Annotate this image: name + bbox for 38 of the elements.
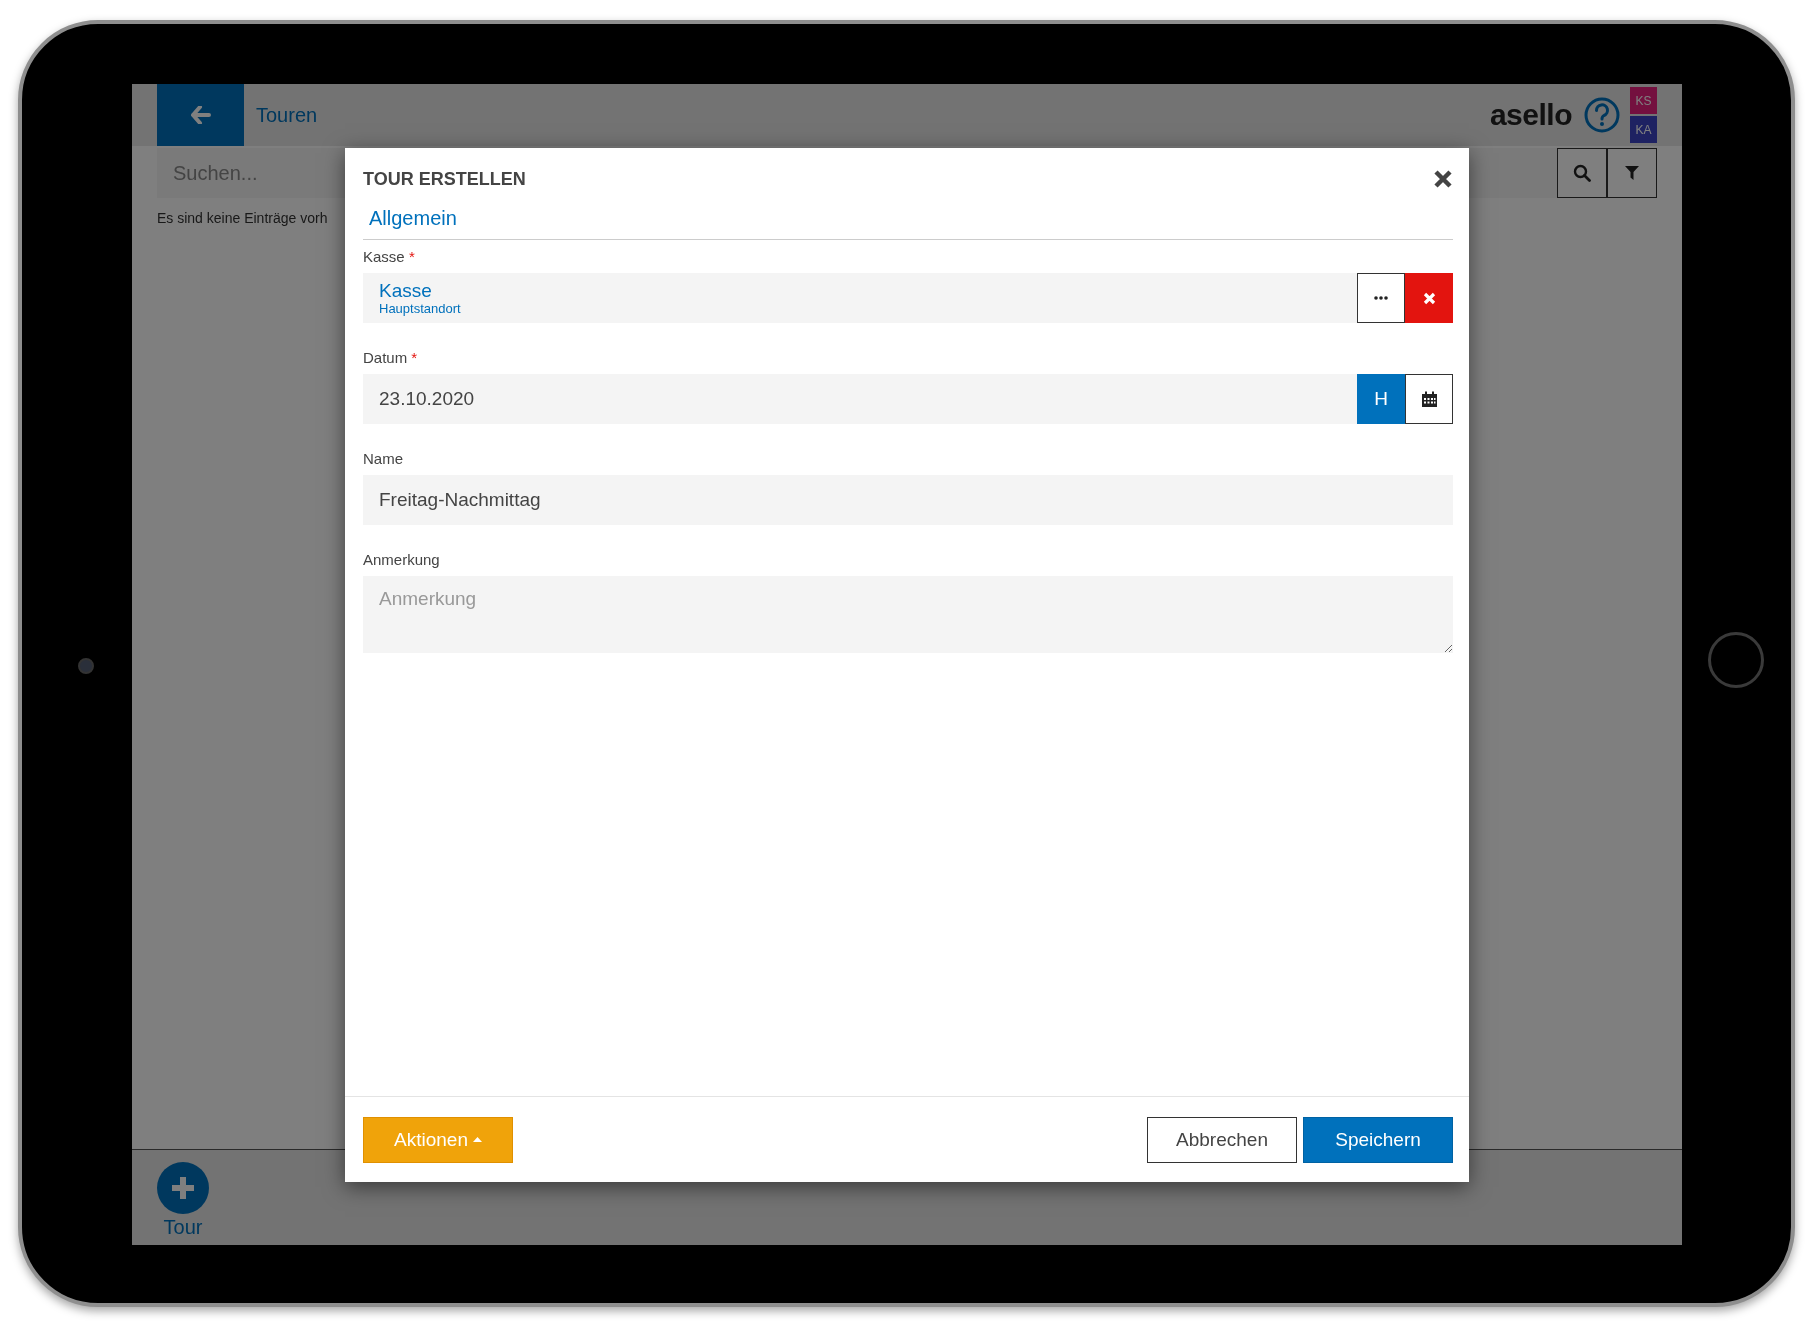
close-icon bbox=[1422, 291, 1436, 305]
field-label: Anmerkung bbox=[363, 551, 441, 568]
more-button[interactable] bbox=[1357, 273, 1405, 323]
filter-icon bbox=[1625, 166, 1639, 180]
tab[interactable]: Allgemein bbox=[363, 204, 463, 239]
calendar-button[interactable] bbox=[1405, 374, 1453, 424]
empty-message: Es sind keine Einträge vorh bbox=[157, 210, 328, 226]
cancel-button[interactable]: Abbrechen bbox=[1147, 1116, 1297, 1163]
camera-icon bbox=[78, 658, 94, 674]
close-icon bbox=[1433, 169, 1453, 189]
page-title: Touren bbox=[256, 103, 318, 127]
field-label: Datum * bbox=[363, 349, 419, 366]
name-field[interactable]: Freitag-Nachmittag bbox=[363, 475, 1453, 525]
plus-circle-icon bbox=[157, 1162, 209, 1214]
search-button[interactable] bbox=[1557, 148, 1607, 198]
help-icon[interactable] bbox=[1584, 97, 1620, 133]
user-badge[interactable]: KA bbox=[1630, 116, 1657, 143]
save-button[interactable]: Speichern bbox=[1303, 1116, 1453, 1163]
field-label: Kasse * bbox=[363, 248, 416, 265]
field-label: Name bbox=[363, 450, 404, 467]
ellipsis-icon bbox=[1374, 296, 1388, 300]
user-badge[interactable]: KS bbox=[1630, 87, 1657, 114]
caret-icon bbox=[472, 1137, 482, 1142]
lookup-field[interactable]: Kasse Hauptstandort bbox=[363, 273, 1453, 323]
search-icon bbox=[1573, 164, 1591, 182]
date-field[interactable]: 23.10.2020 H bbox=[363, 374, 1453, 424]
close-button[interactable] bbox=[1433, 169, 1453, 189]
back-button[interactable] bbox=[157, 84, 244, 146]
clear-button[interactable] bbox=[1405, 273, 1453, 323]
lookup-value: Kasse bbox=[379, 280, 433, 301]
back-arrow-icon bbox=[190, 106, 211, 124]
dialog-title: TOUR ERSTELLEN bbox=[363, 168, 526, 190]
logo: asello bbox=[1489, 98, 1572, 132]
today-button[interactable]: H bbox=[1357, 374, 1405, 424]
note-field[interactable]: Anmerkung bbox=[363, 576, 1453, 653]
filter-button[interactable] bbox=[1607, 148, 1657, 198]
lookup-subvalue: Hauptstandort bbox=[379, 301, 462, 316]
calendar-icon bbox=[1420, 390, 1438, 408]
